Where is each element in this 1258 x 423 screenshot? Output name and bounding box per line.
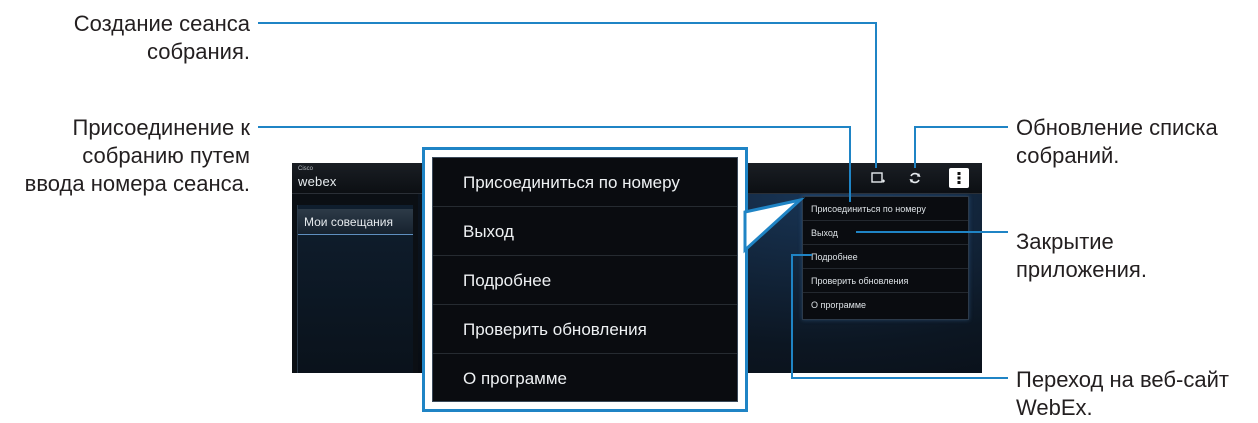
refresh-icon[interactable]: [905, 168, 925, 188]
callout-create-meeting: Создание сеанса собрания.: [73, 11, 250, 64]
callout-refresh-list: Обновление списка собраний.: [1016, 115, 1218, 168]
callout-go-website: Переход на веб-сайт WebEx.: [1016, 367, 1229, 420]
menu-item-about[interactable]: О программе: [803, 293, 968, 317]
zoomed-menu-frame: Присоединиться по номеру Выход Подробнее…: [422, 147, 748, 412]
menu-item-exit[interactable]: Выход: [803, 221, 968, 245]
webex-logo: Cisco webex: [298, 166, 337, 189]
menu-item-join-by-number[interactable]: Присоединиться по номеру: [803, 197, 968, 221]
menu-item-check-updates[interactable]: Проверить обновления: [803, 269, 968, 293]
create-meeting-icon[interactable]: [868, 168, 888, 188]
callout-join-by-number: Присоединение к собранию путем ввода ном…: [24, 115, 250, 196]
sidebar-item-my-meetings[interactable]: Мои совещания: [298, 209, 413, 235]
line-refresh-list: [914, 126, 1008, 168]
zoom-menu-item-more-info[interactable]: Подробнее: [433, 256, 737, 305]
callout-close-app: Закрытие приложения.: [1016, 229, 1147, 282]
zoom-menu-item-join-by-number[interactable]: Присоединиться по номеру: [433, 158, 737, 207]
overflow-menu: Присоединиться по номеру Выход Подробнее…: [802, 196, 969, 320]
overflow-menu-icon[interactable]: [949, 168, 969, 188]
menu-item-more-info[interactable]: Подробнее: [803, 245, 968, 269]
zoom-menu-item-exit[interactable]: Выход: [433, 207, 737, 256]
zoom-menu-item-check-updates[interactable]: Проверить обновления: [433, 305, 737, 354]
zoomed-overflow-menu: Присоединиться по номеру Выход Подробнее…: [432, 157, 738, 402]
sidebar: Мои совещания: [297, 205, 413, 373]
zoom-menu-item-about[interactable]: О программе: [433, 354, 737, 403]
